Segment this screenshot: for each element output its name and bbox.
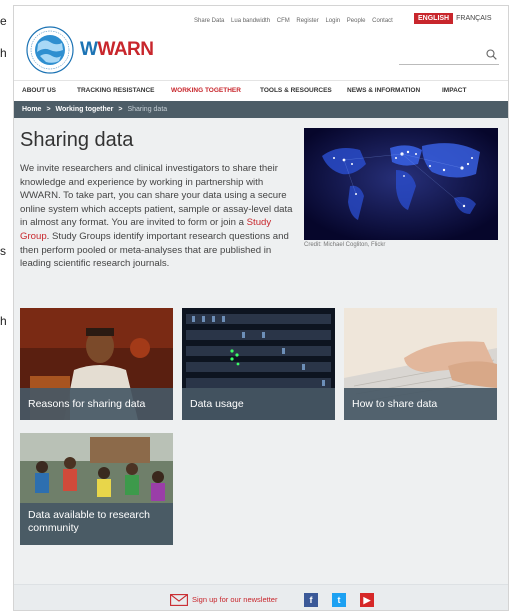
tile-reasons-for-sharing[interactable]: Reasons for sharing data (20, 308, 173, 420)
tile-how-to-share[interactable]: How to share data (344, 308, 497, 420)
tile-data-usage[interactable]: Data usage (182, 308, 335, 420)
util-link[interactable]: People (347, 18, 366, 24)
nav-item-tracking-resistance[interactable]: TRACKING RESISTANCE (77, 87, 155, 94)
twitter-icon[interactable]: t (332, 593, 346, 607)
cropped-text: s (0, 244, 6, 258)
breadcrumb-home[interactable]: Home (22, 106, 41, 113)
main-nav: ABOUT US TRACKING RESISTANCE WORKING TOG… (14, 80, 508, 101)
envelope-icon[interactable] (170, 594, 188, 606)
search-field[interactable] (399, 46, 499, 65)
util-link[interactable]: Register (296, 18, 318, 24)
breadcrumb-current: Sharing data (127, 106, 168, 113)
page-title: Sharing data (20, 129, 134, 151)
tile-caption: Data usage (182, 388, 335, 420)
util-link[interactable]: Lua bandwidth (231, 18, 270, 24)
breadcrumb-separator: > (46, 106, 51, 113)
tile-caption: Reasons for sharing data (20, 388, 173, 420)
image-credit: Credit: Michael Cogliton, Flickr (304, 242, 386, 248)
wwarn-globe-logo[interactable] (26, 26, 74, 74)
nav-item-news-information[interactable]: NEWS & INFORMATION (347, 87, 420, 94)
facebook-icon[interactable]: f (304, 593, 318, 607)
intro-paragraph: We invite researchers and clinical inves… (20, 162, 300, 271)
cropped-text: e (0, 14, 7, 28)
tile-caption: How to share data (344, 388, 497, 420)
breadcrumb: Home > Working together > Sharing data (14, 101, 508, 118)
tile-data-available[interactable]: Data available to research community (20, 433, 173, 545)
breadcrumb-section[interactable]: Working together (56, 106, 114, 113)
newsletter-link[interactable]: Sign up for our newsletter (192, 595, 277, 604)
brand-name: WARN (97, 39, 154, 60)
brand-wordmark[interactable]: WWARN (80, 39, 154, 61)
website-screenshot: WWARN Share Data Lua bandwidth CFM Regis… (13, 5, 509, 611)
nav-item-about-us[interactable]: ABOUT US (22, 87, 56, 94)
lang-french[interactable]: FRANÇAIS (456, 15, 491, 22)
search-icon[interactable] (486, 49, 497, 60)
lang-english[interactable]: ENGLISH (414, 13, 454, 24)
utility-links: Share Data Lua bandwidth CFM Register Lo… (194, 18, 398, 24)
nav-item-impact[interactable]: IMPACT (442, 87, 466, 94)
site-header: WWARN Share Data Lua bandwidth CFM Regis… (14, 6, 508, 80)
util-link[interactable]: Login (325, 18, 340, 24)
cropped-text: h (0, 314, 7, 328)
intro-text: . Study Groups identify important resear… (20, 230, 289, 270)
tile-caption: Data available to research community (20, 503, 173, 545)
nav-item-working-together[interactable]: WORKING TOGETHER (171, 87, 241, 94)
brand-prefix: W (80, 39, 98, 60)
world-map-image (304, 128, 498, 240)
cropped-text: h (0, 46, 7, 60)
breadcrumb-separator: > (118, 106, 123, 113)
language-switch: ENGLISH FRANÇAIS (414, 13, 492, 24)
youtube-icon[interactable]: ▶ (360, 593, 374, 607)
util-link[interactable]: Share Data (194, 18, 224, 24)
util-link[interactable]: Contact (372, 18, 393, 24)
util-link[interactable]: CFM (277, 18, 290, 24)
nav-item-tools-resources[interactable]: TOOLS & RESOURCES (260, 87, 332, 94)
site-footer: Sign up for our newsletter f t ▶ (14, 584, 508, 610)
